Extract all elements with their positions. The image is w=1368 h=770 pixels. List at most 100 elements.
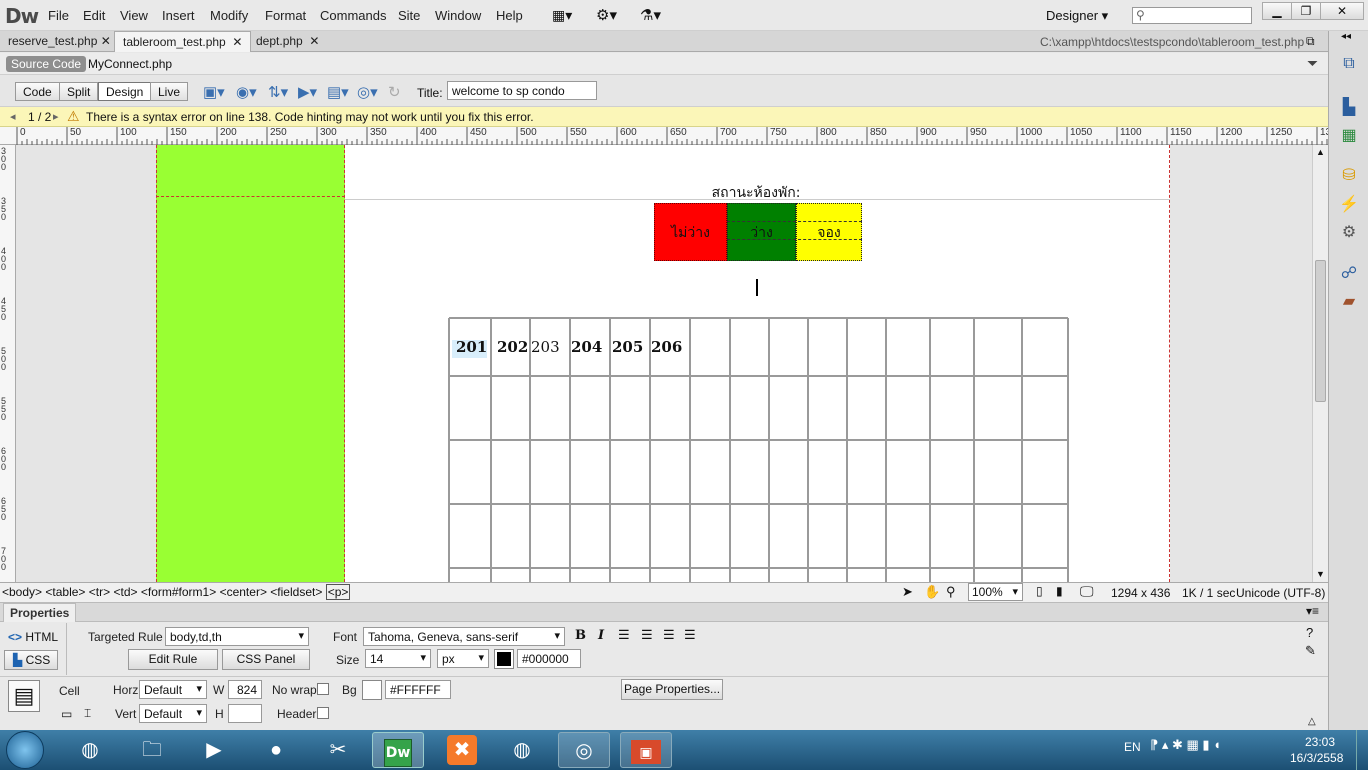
- header-checkbox[interactable]: [317, 707, 329, 719]
- gear-icon[interactable]: ⚙▾: [596, 6, 617, 24]
- close-tab-icon[interactable]: ✕: [306, 34, 319, 48]
- room-206[interactable]: 206: [651, 338, 682, 356]
- restore-button[interactable]: ❐: [1291, 2, 1321, 20]
- menu-insert[interactable]: Insert: [162, 8, 195, 23]
- databases-icon[interactable]: ⛁: [1339, 165, 1359, 185]
- room-204[interactable]: 204: [571, 338, 602, 356]
- zoom-tool-icon[interactable]: ⚲: [946, 584, 956, 600]
- nowrap-checkbox[interactable]: [317, 683, 329, 695]
- html-mode-button[interactable]: <> HTML: [8, 630, 58, 644]
- ap-elements-icon[interactable]: ▦: [1339, 125, 1359, 145]
- window-size[interactable]: 1294 x 436: [1111, 586, 1170, 600]
- show-desktop-button[interactable]: [1356, 730, 1368, 770]
- size-select[interactable]: 14: [365, 649, 431, 668]
- tab-reserve-test[interactable]: reserve_test.php ✕: [0, 31, 119, 52]
- vertical-scrollbar[interactable]: ▲ ▼: [1312, 145, 1328, 582]
- mobile-size-icon[interactable]: ▯: [1036, 584, 1043, 598]
- width-input[interactable]: 824: [228, 680, 262, 699]
- workspace-switcher[interactable]: Designer ▾: [1046, 8, 1108, 24]
- split-cell-icon[interactable]: ⌶: [84, 706, 91, 721]
- targeted-rule-select[interactable]: body,td,th: [165, 627, 309, 646]
- collapse-panel-icon[interactable]: △: [1308, 716, 1316, 727]
- close-button[interactable]: ✕: [1320, 2, 1364, 20]
- insert-panel-icon[interactable]: ⧉: [1339, 55, 1359, 75]
- tab-dept[interactable]: dept.php ✕: [248, 31, 327, 52]
- media-player-taskbar-icon[interactable]: ▶: [188, 732, 240, 768]
- bold-button[interactable]: B: [575, 628, 586, 643]
- align-center-icon[interactable]: ☰: [641, 627, 653, 643]
- split-view-button[interactable]: Split: [59, 82, 99, 101]
- design-view[interactable]: สถานะห้องพัก: ไม่ว่าง ว่าง จอง 201 202 2…: [16, 145, 1312, 582]
- edit-rule-button[interactable]: Edit Rule: [128, 649, 218, 670]
- horz-select[interactable]: Default: [139, 680, 207, 699]
- justify-icon[interactable]: ☰: [684, 627, 696, 643]
- panel-menu-icon[interactable]: ▾≡: [1306, 604, 1319, 618]
- bg-color-input[interactable]: #FFFFFF: [385, 680, 451, 699]
- close-tab-icon[interactable]: ✕: [101, 34, 111, 48]
- language-indicator[interactable]: EN: [1124, 740, 1141, 754]
- menu-help[interactable]: Help: [496, 8, 523, 23]
- scroll-thumb[interactable]: [1315, 260, 1326, 402]
- help-icon[interactable]: ?: [1306, 625, 1313, 640]
- code-view-button[interactable]: Code: [15, 82, 60, 101]
- menu-format[interactable]: Format: [265, 8, 306, 23]
- tag-form[interactable]: <form#form1>: [141, 585, 216, 599]
- source-code-button[interactable]: Source Code: [6, 56, 87, 72]
- css-styles-icon[interactable]: ▙: [1339, 97, 1359, 117]
- chrome-taskbar-icon[interactable]: ◎: [558, 732, 610, 768]
- tag-td[interactable]: <td>: [113, 585, 137, 599]
- room-205[interactable]: 205: [612, 338, 643, 356]
- unit-select[interactable]: px: [437, 649, 489, 668]
- powerpoint-taskbar-icon[interactable]: ▣: [620, 732, 672, 768]
- page-properties-button[interactable]: Page Properties...: [621, 679, 723, 700]
- bindings-icon[interactable]: ⚡: [1339, 194, 1359, 214]
- expand-panels-icon[interactable]: ◂◂: [1341, 31, 1351, 42]
- font-select[interactable]: Tahoma, Geneva, sans-serif: [363, 627, 565, 646]
- ie-taskbar-icon[interactable]: ◍: [64, 732, 116, 768]
- search-input[interactable]: ⚲: [1132, 7, 1252, 24]
- file-management-icon[interactable]: ⇅▾: [268, 83, 288, 101]
- tag-tr[interactable]: <tr>: [89, 585, 110, 599]
- room-202[interactable]: 202: [497, 338, 528, 356]
- bg-color-swatch[interactable]: [362, 680, 382, 700]
- tag-table[interactable]: <table>: [45, 585, 85, 599]
- site-map-icon[interactable]: ⚗▾: [640, 6, 661, 24]
- clock-date[interactable]: 16/3/2558: [1290, 751, 1343, 765]
- room-203[interactable]: 203: [531, 338, 560, 356]
- design-view-button[interactable]: Design: [98, 82, 152, 101]
- next-error-icon[interactable]: ▸: [53, 110, 59, 123]
- related-file-link[interactable]: MyConnect.php: [88, 57, 172, 71]
- page-title-input[interactable]: welcome to sp condo: [447, 81, 597, 100]
- visual-aids-icon[interactable]: ◎▾: [357, 83, 378, 101]
- italic-button[interactable]: I: [598, 628, 604, 643]
- menu-window[interactable]: Window: [435, 8, 481, 23]
- scroll-down-icon[interactable]: ▼: [1316, 569, 1325, 579]
- menu-commands[interactable]: Commands: [320, 8, 386, 23]
- tools-taskbar-icon[interactable]: ✂: [312, 732, 364, 768]
- scroll-up-icon[interactable]: ▲: [1316, 147, 1325, 157]
- server-behaviors-icon[interactable]: ⚙: [1339, 222, 1359, 242]
- css-mode-button[interactable]: ▙ CSS: [4, 650, 58, 670]
- align-left-icon[interactable]: ☰: [618, 627, 630, 643]
- explorer-taskbar-icon[interactable]: 🗀: [126, 732, 178, 768]
- app-taskbar-icon[interactable]: ●: [250, 732, 302, 768]
- live-view-button[interactable]: Live: [150, 82, 189, 101]
- ie2-taskbar-icon[interactable]: ◍: [496, 732, 548, 768]
- properties-tab[interactable]: Properties: [3, 603, 77, 622]
- desktop-size-icon[interactable]: 🖵: [1080, 583, 1094, 600]
- tablet-size-icon[interactable]: ▮: [1056, 584, 1063, 598]
- room-201[interactable]: 201: [456, 338, 487, 356]
- clock-time[interactable]: 23:03: [1305, 735, 1335, 749]
- tag-p[interactable]: <p>: [325, 584, 351, 600]
- pointer-tool-icon[interactable]: ➤: [902, 584, 913, 600]
- browser-compat-icon[interactable]: ▤▾: [327, 83, 349, 101]
- start-button[interactable]: [6, 731, 44, 769]
- close-tab-icon[interactable]: ✕: [229, 35, 242, 49]
- files-icon[interactable]: ☍: [1339, 263, 1359, 283]
- prev-error-icon[interactable]: ◂: [10, 110, 16, 123]
- height-input[interactable]: [228, 704, 262, 723]
- minimize-button[interactable]: ▁: [1262, 2, 1292, 20]
- menu-view[interactable]: View: [120, 8, 148, 23]
- menu-file[interactable]: File: [48, 8, 69, 23]
- multiscreen-icon[interactable]: ▣▾: [203, 83, 225, 101]
